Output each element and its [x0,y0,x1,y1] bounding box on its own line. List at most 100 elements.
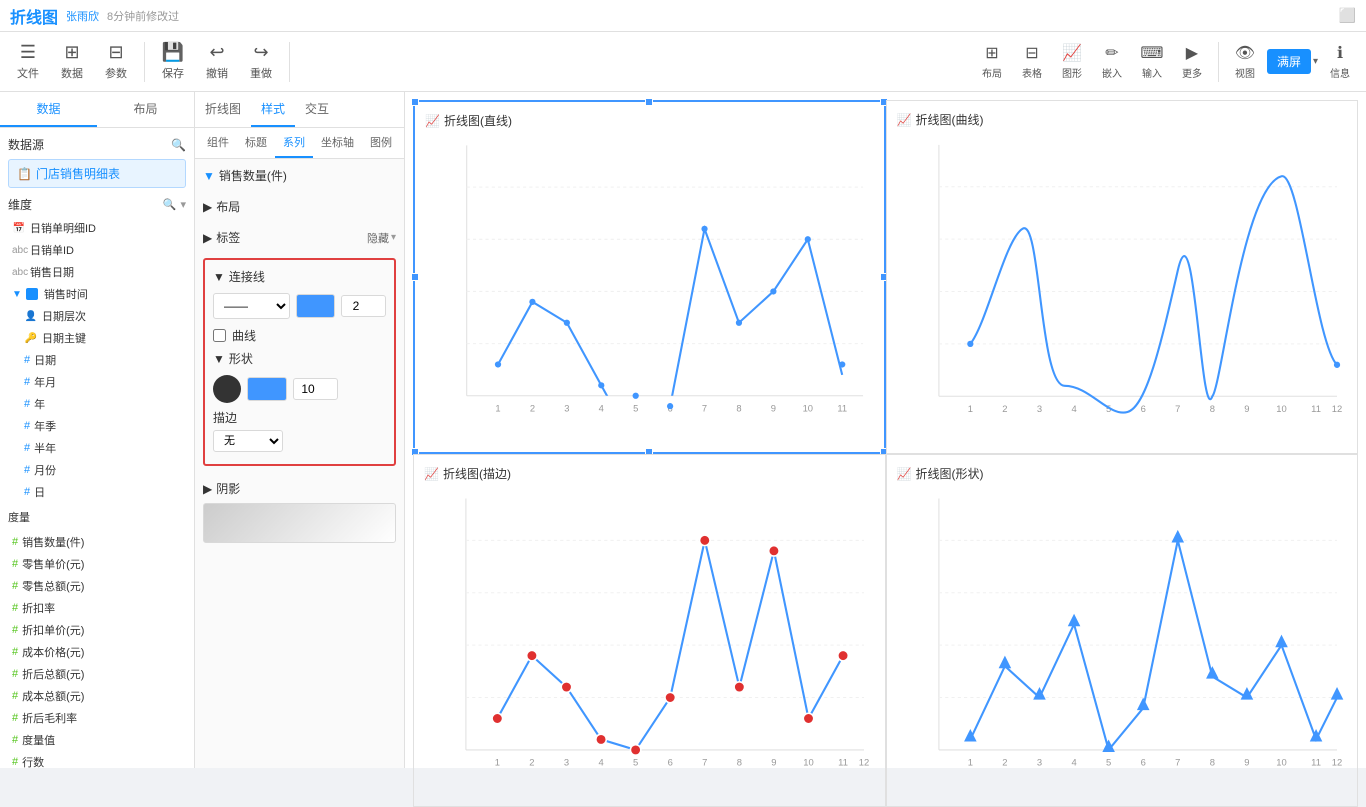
field-item[interactable]: # 年季 [20,415,186,437]
toolbar-input-button[interactable]: ⌨ 输入 [1134,39,1170,84]
toolbar-info-button[interactable]: ℹ 信息 [1322,39,1358,84]
chart-tab-interact[interactable]: 交互 [295,92,339,127]
field-item[interactable]: # 日期 [20,349,186,371]
line-chart-icon: 📈 [425,114,440,128]
line-chart-icon4: 📈 [897,467,912,481]
toolbar-more-button[interactable]: ▶ 更多 [1174,39,1210,84]
style-tab-title[interactable]: 标题 [237,128,275,158]
toolbar-redo-button[interactable]: ↪ 重做 [241,38,281,85]
search-icon[interactable]: 🔍 [171,138,186,152]
field-name: 折扣率 [22,600,55,616]
field-item[interactable]: # 半年 [20,437,186,459]
field-item[interactable]: # 成本价格(元) [8,641,186,663]
field-item[interactable]: # 行数 [8,751,186,768]
abc-icon: abc [12,267,26,278]
fullscreen-button[interactable]: 满屏 [1267,49,1311,74]
maximize-button[interactable]: ⬜ [1339,7,1356,24]
collapse-series-icon[interactable]: ▼ [203,169,215,183]
field-item[interactable]: abc 日销单ID [8,239,186,261]
field-item[interactable]: abc 销售日期 [8,261,186,283]
field-item[interactable]: # 折扣单价(元) [8,619,186,641]
datasource-item[interactable]: 📋 门店销售明细表 [8,159,186,188]
hash-icon: # [24,464,30,476]
field-item[interactable]: # 成本总额(元) [8,685,186,707]
chart-line-stroke[interactable]: 📈 折线图(描边) 1 2 3 4 5 6 7 8 9 10 11 [413,454,886,807]
toolbar-save-button[interactable]: 💾 保存 [153,38,193,85]
shape-circle-icon[interactable] [213,375,241,403]
stroke-select[interactable]: 无 细 中 [213,430,283,452]
style-tab-legend[interactable]: 图例 [362,128,400,158]
curved-checkbox[interactable] [213,329,226,342]
style-tab-component[interactable]: 组件 [199,128,237,158]
fullscreen-group[interactable]: 满屏 ▾ [1267,49,1318,74]
hash-icon: # [12,734,18,746]
field-item[interactable]: # 年 [20,393,186,415]
field-item[interactable]: # 年月 [20,371,186,393]
chart-line-shape[interactable]: 📈 折线图(形状) 1 2 3 4 5 6 7 8 9 10 11 [886,454,1359,807]
expand-dim-icon[interactable]: ▾ [180,198,186,211]
chart-line-straight[interactable]: 📈 折线图(直线) 1 2 3 4 5 6 7 [413,100,886,454]
layout-header[interactable]: ▶ 布局 [203,192,396,221]
shape-size-input[interactable] [293,378,338,400]
tab-layout[interactable]: 布局 [97,92,194,127]
search-dim-icon[interactable]: 🔍 [163,198,177,211]
field-item[interactable]: # 折扣率 [8,597,186,619]
datasource-header: 数据源 🔍 [8,136,186,153]
line-color-swatch[interactable] [296,294,335,318]
collapse-connection-icon[interactable]: ▼ [213,270,225,284]
toolbar-data-button[interactable]: ⊞ 数据 [52,38,92,85]
label-value-group[interactable]: 隐藏 ▾ [367,230,396,246]
resize-handle-tl[interactable] [411,98,419,106]
field-item-sales-time[interactable]: ▼ 销售时间 [8,283,186,305]
field-item[interactable]: # 月份 [20,459,186,481]
params-label: 参数 [105,65,127,81]
series-label: 销售数量(件) [219,167,287,184]
line-style-select[interactable]: —— - - - ···· [213,293,290,319]
hash-icon: # [12,712,18,724]
field-item[interactable]: # 日 [20,481,186,503]
field-item[interactable]: 👤 日期层次 [20,305,186,327]
field-name: 成本总额(元) [22,688,84,704]
field-item[interactable]: # 零售单价(元) [8,553,186,575]
table-label: 表格 [1022,65,1042,80]
label-header[interactable]: ▶ 标签 [203,229,240,246]
toolbar-params-button[interactable]: ⊟ 参数 [96,38,136,85]
field-item[interactable]: # 零售总额(元) [8,575,186,597]
toolbar-view-button[interactable]: 👁 视图 [1227,39,1263,84]
chart1-title-text: 折线图(直线) [444,112,512,129]
resize-handle-tc[interactable] [645,98,653,106]
style-tab-series[interactable]: 系列 [275,128,313,158]
toolbar-shape-button[interactable]: 📈 图形 [1054,39,1090,84]
line-chart-icon3: 📈 [424,467,439,481]
shape-color-swatch[interactable] [247,377,287,401]
toolbar-menu-button[interactable]: ☰ 文件 [8,38,48,85]
toolbar-embed-button[interactable]: ✏ 嵌入 [1094,39,1130,84]
chart-tab-line[interactable]: 折线图 [195,92,251,127]
line-width-input[interactable] [341,295,386,317]
svg-text:7: 7 [702,757,707,768]
save-icon: 💾 [162,42,184,63]
shadow-header[interactable]: ▶ 阴影 [203,474,396,503]
style-tab-axis[interactable]: 坐标轴 [313,128,362,158]
chart-tabs: 折线图 样式 交互 [195,92,404,128]
field-item[interactable]: # 销售数量(件) [8,531,186,553]
field-name: 日 [34,484,45,500]
toolbar-layout-button[interactable]: ⊞ 布局 [974,39,1010,84]
tab-data[interactable]: 数据 [0,92,97,127]
field-item[interactable]: # 折后总额(元) [8,663,186,685]
chart-tab-style[interactable]: 样式 [251,92,295,127]
field-item[interactable]: # 度量值 [8,729,186,751]
field-item[interactable]: 🔑 日期主键 [20,327,186,349]
svg-text:5: 5 [1106,757,1111,768]
collapse-shape-icon[interactable]: ▼ [213,352,225,366]
toolbar-table-button[interactable]: ⊟ 表格 [1014,39,1050,84]
toolbar-divider-3 [1218,42,1219,82]
connection-header: ▼ 连接线 [213,268,386,285]
field-name: 成本价格(元) [22,644,84,660]
chart-line-curve[interactable]: 📈 折线图(曲线) 1 2 3 4 5 6 7 8 9 10 11 [886,100,1359,454]
resize-handle-ml[interactable] [411,273,419,281]
field-item[interactable]: # 折后毛利率 [8,707,186,729]
field-item[interactable]: 📅 日销单明细ID [8,217,186,239]
shadow-section: ▶ 阴影 [203,474,396,543]
toolbar-undo-button[interactable]: ↩ 撤销 [197,38,237,85]
